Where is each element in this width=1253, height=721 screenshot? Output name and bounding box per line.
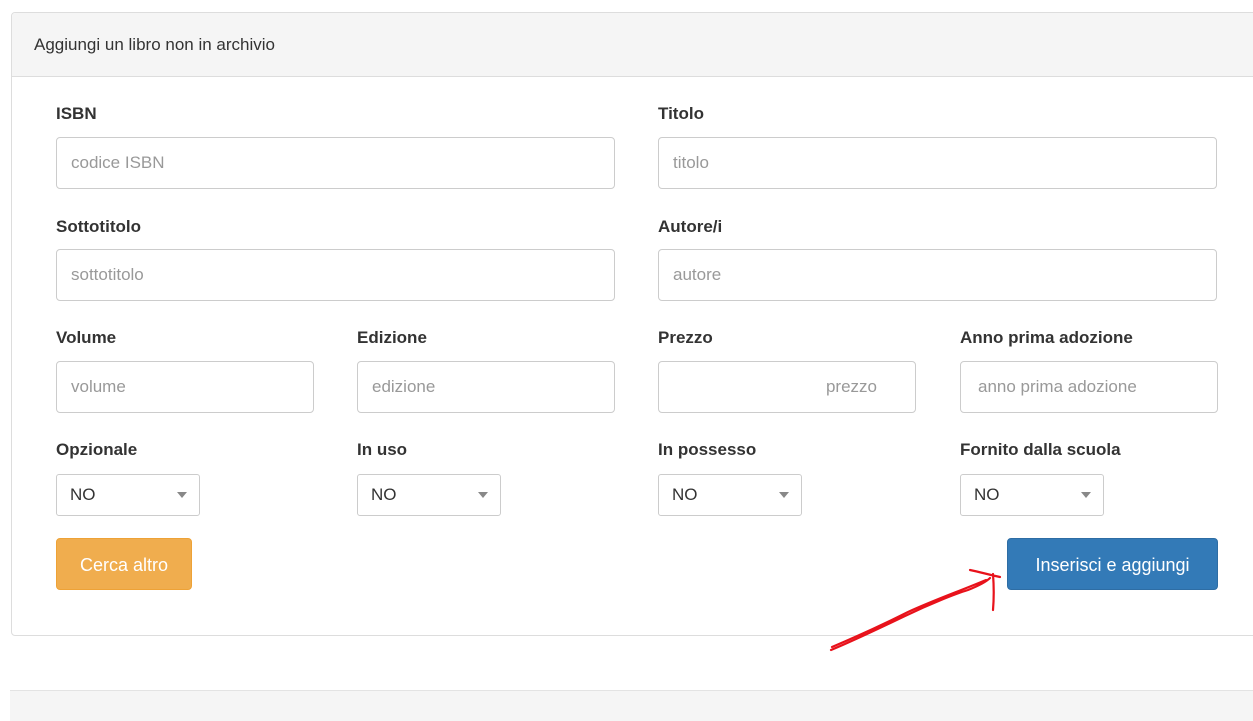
in-uso-value: NO	[371, 485, 397, 504]
titolo-label: Titolo	[658, 104, 704, 123]
anno-label: Anno prima adozione	[960, 328, 1133, 347]
opzionale-select[interactable]: NO	[56, 474, 200, 516]
in-possesso-select[interactable]: NO	[658, 474, 802, 516]
anno-input[interactable]: anno prima adozione	[960, 361, 1218, 413]
edizione-label: Edizione	[357, 328, 427, 347]
in-uso-label: In uso	[357, 440, 408, 459]
volume-input[interactable]: volume	[56, 361, 314, 413]
autore-input[interactable]: autore	[658, 249, 1217, 301]
chevron-down-icon	[1081, 492, 1091, 498]
volume-label: Volume	[56, 328, 117, 347]
opzionale-value: NO	[70, 485, 96, 504]
fornito-label: Fornito dalla scuola	[960, 440, 1121, 459]
opzionale-label: Opzionale	[56, 440, 138, 459]
isbn-input[interactable]: codice ISBN	[56, 137, 615, 189]
in-possesso-value: NO	[672, 485, 698, 504]
sottotitolo-input[interactable]: sottotitolo	[56, 249, 615, 301]
isbn-label: ISBN	[56, 104, 97, 123]
chevron-down-icon	[779, 492, 789, 498]
inserisci-aggiungi-button[interactable]: Inserisci e aggiungi	[1007, 538, 1218, 590]
fornito-value: NO	[974, 485, 1000, 504]
fornito-select[interactable]: NO	[960, 474, 1104, 516]
chevron-down-icon	[177, 492, 187, 498]
edizione-input[interactable]: edizione	[357, 361, 615, 413]
prezzo-label: Prezzo	[658, 328, 713, 347]
prezzo-input[interactable]: prezzo	[658, 361, 916, 413]
titolo-input[interactable]: titolo	[658, 137, 1217, 189]
panel-heading: Aggiungi un libro non in archivio	[12, 13, 1253, 77]
in-uso-select[interactable]: NO	[357, 474, 501, 516]
cerca-altro-button[interactable]: Cerca altro	[56, 538, 192, 590]
panel-title: Aggiungi un libro non in archivio	[34, 35, 275, 54]
autore-label: Autore/i	[658, 217, 723, 236]
sottotitolo-label: Sottotitolo	[56, 217, 141, 236]
next-panel-edge	[10, 690, 1253, 721]
in-possesso-label: In possesso	[658, 440, 757, 459]
chevron-down-icon	[478, 492, 488, 498]
